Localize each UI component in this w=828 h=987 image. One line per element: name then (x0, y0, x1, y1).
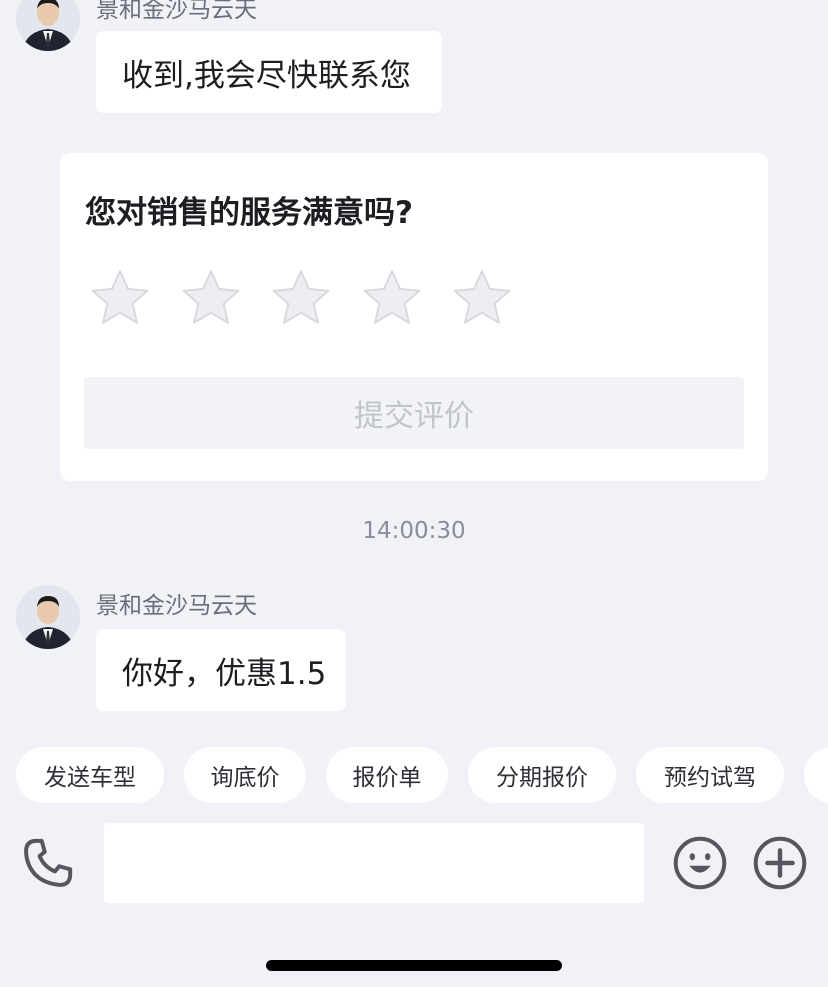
quick-reply-chip[interactable]: 预约试驾 (636, 747, 784, 803)
chat-screen: 景和金沙马云天 收到,我会尽快联系您 您对销售的服务满意吗? 提交评价 14:0… (0, 0, 828, 987)
quick-reply-chip[interactable]: 报价单 (326, 747, 448, 803)
phone-icon[interactable] (20, 835, 76, 891)
star-icon[interactable] (270, 267, 332, 329)
agent-avatar[interactable] (16, 585, 80, 649)
star-rating (89, 267, 542, 329)
star-icon[interactable] (451, 267, 513, 329)
input-bar (0, 815, 828, 915)
quick-reply-chip[interactable]: 询底价 (184, 747, 306, 803)
star-icon[interactable] (361, 267, 423, 329)
star-icon[interactable] (180, 267, 242, 329)
sender-name: 景和金沙马云天 (96, 593, 257, 619)
quick-reply-bar: 发送车型 询底价 报价单 分期报价 预约试驾 (16, 747, 828, 803)
message-bubble[interactable]: 收到,我会尽快联系您 (96, 31, 442, 113)
quick-reply-chip[interactable] (804, 747, 828, 803)
agent-avatar[interactable] (16, 0, 80, 51)
message-timestamp: 14:00:30 (362, 518, 466, 544)
submit-rating-button[interactable]: 提交评价 (84, 377, 744, 449)
rating-card: 您对销售的服务满意吗? 提交评价 (60, 153, 768, 481)
message-input[interactable] (104, 823, 644, 903)
plus-circle-icon[interactable] (752, 835, 808, 891)
quick-reply-chip[interactable]: 分期报价 (468, 747, 616, 803)
message-bubble[interactable]: 你好，优惠1.5 (96, 629, 346, 711)
home-indicator[interactable] (266, 960, 562, 971)
rating-question: 您对销售的服务满意吗? (85, 195, 413, 231)
sender-name: 景和金沙马云天 (96, 0, 257, 23)
star-icon[interactable] (89, 267, 151, 329)
smile-icon[interactable] (672, 835, 728, 891)
quick-reply-chip[interactable]: 发送车型 (16, 747, 164, 803)
